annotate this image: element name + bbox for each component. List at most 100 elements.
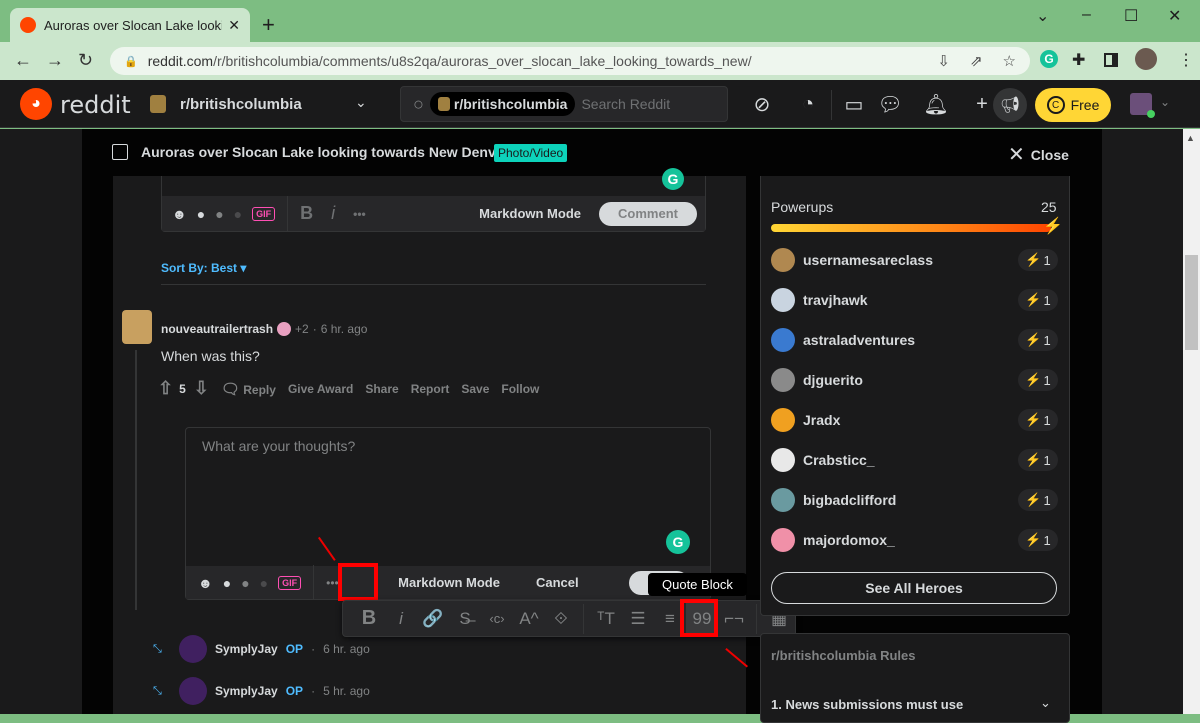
downvote-icon[interactable]: ⇩ bbox=[194, 378, 209, 399]
snoo-emoji-2-icon[interactable]: ● bbox=[215, 206, 223, 222]
forward-icon[interactable]: → bbox=[46, 50, 64, 71]
commenter-avatar[interactable] bbox=[122, 310, 152, 344]
bold-icon[interactable]: B bbox=[353, 603, 385, 635]
give-award-button[interactable]: Give Award bbox=[288, 382, 353, 396]
user-avatar[interactable] bbox=[1130, 93, 1155, 118]
scrollbar[interactable] bbox=[1183, 129, 1200, 714]
sort-dropdown[interactable]: Sort By: Best ▾ bbox=[161, 261, 246, 275]
hero-item[interactable]: majordomox_ ⚡ 1 bbox=[771, 525, 1058, 555]
install-app-icon[interactable]: ⇩ bbox=[937, 52, 950, 70]
spoiler-icon[interactable]: ⟐ bbox=[545, 603, 577, 635]
snoo-emoji-3-icon[interactable]: ● bbox=[234, 206, 242, 222]
stats-icon[interactable]: ◔ bbox=[796, 92, 820, 116]
expand-icon[interactable]: ⤡ bbox=[153, 685, 171, 698]
new-tab-button[interactable]: + bbox=[262, 12, 275, 38]
tab-close-icon[interactable]: ✕ bbox=[228, 17, 240, 34]
link-icon[interactable]: 🔗 bbox=[417, 603, 449, 635]
snoo-emoji-2-icon[interactable]: ● bbox=[241, 575, 249, 591]
report-button[interactable]: Report bbox=[411, 382, 450, 396]
superscript-icon[interactable]: A^ bbox=[513, 603, 545, 635]
live-icon[interactable]: ▭ bbox=[842, 92, 866, 116]
emoji-icon[interactable]: ☻ bbox=[172, 206, 187, 222]
advertise-icon[interactable]: 📢︎ bbox=[993, 88, 1027, 122]
tab-search-icon[interactable]: ⌄ bbox=[1036, 6, 1049, 26]
reply-username[interactable]: SymplyJay bbox=[215, 642, 278, 656]
reload-icon[interactable]: ↻ bbox=[78, 50, 93, 71]
hero-item[interactable]: Crabsticc_ ⚡ 1 bbox=[771, 445, 1058, 475]
close-button[interactable]: ✕ Close bbox=[1008, 142, 1069, 167]
hero-item[interactable]: djguerito ⚡ 1 bbox=[771, 365, 1058, 395]
heading-icon[interactable]: ᵀT bbox=[590, 603, 622, 635]
community-picker[interactable]: r/britishcolumbia bbox=[150, 95, 302, 113]
minimize-icon[interactable]: – bbox=[1082, 6, 1091, 24]
markdown-mode-button[interactable]: Markdown Mode bbox=[398, 575, 500, 590]
hero-item[interactable]: usernamesareclass ⚡ 1 bbox=[771, 245, 1058, 275]
popular-icon[interactable]: ⊘ bbox=[750, 92, 774, 116]
post-flair[interactable]: Photo/Video bbox=[494, 144, 568, 162]
bulleted-list-icon[interactable]: ☰ bbox=[622, 603, 654, 635]
user-menu-chevron-icon[interactable]: ⌄ bbox=[1160, 95, 1170, 109]
comment-time[interactable]: 6 hr. ago bbox=[321, 322, 368, 336]
coins-button[interactable]: C Free bbox=[1035, 88, 1111, 122]
reply-button[interactable]: 🗨︎ Reply bbox=[221, 380, 276, 398]
share-button[interactable]: Share bbox=[365, 382, 398, 396]
bold-icon[interactable]: B bbox=[300, 203, 313, 224]
strikethrough-icon[interactable]: S̶ bbox=[449, 603, 481, 635]
address-bar[interactable]: 🔒 reddit.com/r/britishcolumbia/comments/… bbox=[110, 47, 1030, 75]
reply-avatar[interactable] bbox=[179, 677, 207, 705]
reply-time[interactable]: 6 hr. ago bbox=[323, 642, 370, 656]
snoo-emoji-icon[interactable]: ● bbox=[197, 206, 205, 222]
hero-item[interactable]: bigbadclifford ⚡ 1 bbox=[771, 485, 1058, 515]
grammarly-extension-icon[interactable]: G bbox=[1040, 50, 1058, 68]
rule-item[interactable]: 1. News submissions must use bbox=[771, 697, 963, 712]
cancel-button[interactable]: Cancel bbox=[536, 575, 579, 590]
reply-avatar[interactable] bbox=[179, 635, 207, 663]
hero-item[interactable]: astraladventures ⚡ 1 bbox=[771, 325, 1058, 355]
more-options-icon[interactable]: ••• bbox=[353, 207, 366, 221]
reddit-wordmark[interactable]: reddit bbox=[60, 91, 131, 119]
browser-tab[interactable]: Auroras over Slocan Lake looking ✕ bbox=[10, 8, 250, 42]
grammarly-icon[interactable]: G bbox=[662, 168, 684, 190]
side-panel-icon[interactable] bbox=[1104, 53, 1118, 67]
scrollbar-thumb[interactable] bbox=[1185, 255, 1198, 350]
comment-button[interactable]: Comment bbox=[599, 201, 697, 226]
maximize-icon[interactable]: ☐ bbox=[1124, 6, 1138, 26]
extensions-puzzle-icon[interactable]: ✚ bbox=[1072, 50, 1085, 70]
search-community-chip[interactable]: r/britishcolumbia bbox=[429, 92, 576, 116]
thread-line[interactable] bbox=[135, 350, 137, 610]
snoo-emoji-icon[interactable]: ● bbox=[223, 575, 231, 591]
italic-icon[interactable]: i bbox=[331, 203, 335, 224]
comment-username[interactable]: nouveautrailertrash bbox=[161, 322, 273, 336]
follow-button[interactable]: Follow bbox=[501, 382, 539, 396]
hero-item[interactable]: travjhawk ⚡ 1 bbox=[771, 285, 1058, 315]
inline-code-icon[interactable]: ‹c› bbox=[481, 603, 513, 635]
see-all-heroes-button[interactable]: See All Heroes bbox=[771, 572, 1057, 604]
notifications-icon[interactable]: 🔔︎ bbox=[923, 92, 948, 116]
code-block-icon[interactable]: ⌐¬ bbox=[718, 603, 750, 635]
gif-button[interactable]: GIF bbox=[278, 575, 302, 590]
search-input[interactable]: ○ r/britishcolumbia Search Reddit bbox=[400, 86, 728, 122]
share-icon[interactable]: ⇗ bbox=[970, 52, 983, 70]
chat-icon[interactable]: 💬︎ bbox=[877, 92, 902, 116]
italic-icon[interactable]: i bbox=[385, 603, 417, 635]
reply-username[interactable]: SymplyJay bbox=[215, 684, 278, 698]
reddit-logo-icon[interactable]: ◕ bbox=[20, 88, 52, 120]
emoji-icon[interactable]: ☻ bbox=[198, 575, 213, 591]
snoo-emoji-3-icon[interactable]: ● bbox=[260, 575, 268, 591]
back-icon[interactable]: ← bbox=[14, 50, 32, 71]
window-close-icon[interactable]: ✕ bbox=[1168, 6, 1181, 26]
markdown-mode-button[interactable]: Markdown Mode bbox=[479, 206, 581, 221]
expand-icon[interactable]: ⤡ bbox=[153, 643, 171, 656]
profile-avatar[interactable] bbox=[1135, 48, 1157, 70]
browser-menu-icon[interactable]: ⋮ bbox=[1178, 50, 1194, 70]
scroll-up-icon[interactable]: ▲ bbox=[1186, 133, 1195, 143]
grammarly-icon[interactable]: G bbox=[666, 530, 690, 554]
save-button[interactable]: Save bbox=[461, 382, 489, 396]
chevron-down-icon[interactable]: ⌄ bbox=[1040, 695, 1051, 711]
reply-time[interactable]: 5 hr. ago bbox=[323, 684, 370, 698]
bookmark-star-icon[interactable]: ☆ bbox=[1003, 52, 1016, 70]
gif-button[interactable]: GIF bbox=[252, 206, 276, 221]
chevron-down-icon[interactable]: ⌄ bbox=[355, 94, 367, 111]
upvote-icon[interactable]: ⇧ bbox=[158, 378, 173, 399]
hero-item[interactable]: Jradx ⚡ 1 bbox=[771, 405, 1058, 435]
